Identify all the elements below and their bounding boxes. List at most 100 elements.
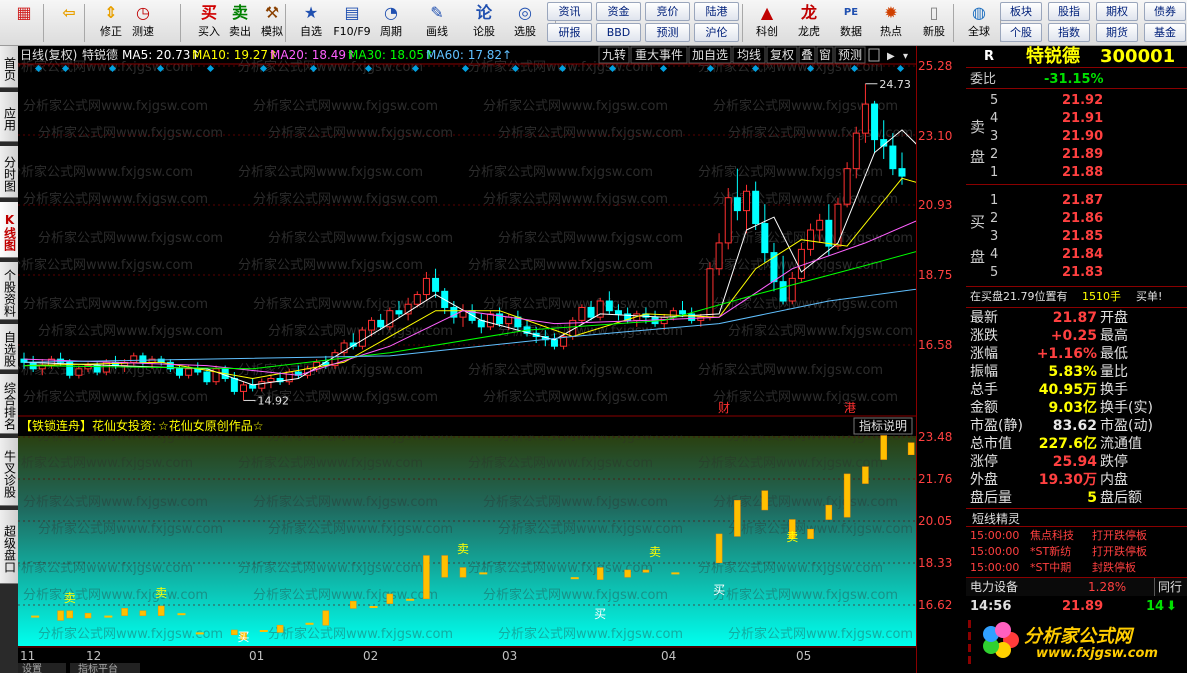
left-tab-0[interactable]: 首页 <box>0 46 18 88</box>
candle-body[interactable] <box>230 377 238 392</box>
candle-body[interactable] <box>139 355 147 363</box>
ask-level-row[interactable]: 3 21.90 <box>966 128 1187 146</box>
toolbar-globe-button[interactable]: ◍ 全球 <box>960 2 998 44</box>
candle-body[interactable] <box>834 203 842 247</box>
chart-area[interactable]: 分析家公式网www.fxjgsw.com 分析家公式网www.fxjgsw.com… <box>18 46 916 673</box>
short-elf-title[interactable]: 短线精灵 <box>972 510 1020 527</box>
toolbar-period-button[interactable]: ◔ 周期 <box>372 2 410 44</box>
toolbar-market-button[interactable]: 个股 <box>1000 23 1042 42</box>
left-tab-1[interactable]: 应用 <box>0 92 18 142</box>
candle-body[interactable] <box>679 310 686 315</box>
candle-body[interactable] <box>724 197 732 244</box>
candle-body[interactable] <box>861 103 869 134</box>
toolbar-text-button[interactable]: 沪伦 <box>694 23 739 42</box>
left-tab-3[interactable]: K线图 <box>0 202 18 258</box>
left-tab-6[interactable]: 综合排名 <box>0 374 18 434</box>
toolbar-text-button[interactable]: BBD <box>596 23 641 42</box>
sector-tab[interactable]: 同行 <box>1154 578 1182 596</box>
toolbar-dragon-button[interactable]: 龙龙虎 <box>790 2 828 44</box>
candle-body[interactable] <box>175 368 183 376</box>
candle-body[interactable] <box>258 381 266 389</box>
candle-body[interactable] <box>889 145 897 170</box>
toolbar-clock-button[interactable]: ◷ 测速 <box>124 2 162 44</box>
toolbar-star-button[interactable]: ★ 自选 <box>292 2 330 44</box>
toolbar-text-button[interactable]: 竞价 <box>645 2 690 21</box>
candle-body[interactable] <box>843 168 851 205</box>
sector-row[interactable]: 电力设备 1.28% 同行 <box>966 578 1187 596</box>
toolbar-market-button[interactable]: 期货 <box>1096 23 1138 42</box>
candle-body[interactable] <box>368 319 376 331</box>
candle-body[interactable] <box>486 313 494 328</box>
left-tab-4[interactable]: 个股资料 <box>0 262 18 320</box>
event-marker-icon[interactable] <box>659 64 668 73</box>
left-tab-2[interactable]: 分时图 <box>0 146 18 198</box>
left-tab-8[interactable]: 超级盘口 <box>0 510 18 584</box>
candle-body[interactable] <box>212 368 220 383</box>
toolbar-windows-button[interactable]: ▦ <box>5 2 43 44</box>
candle-body[interactable] <box>797 248 805 279</box>
candle-body[interactable] <box>761 223 769 254</box>
candle-body[interactable] <box>75 368 83 376</box>
ask-level-row[interactable]: 2 21.89 <box>966 146 1187 164</box>
kline-chart-svg[interactable]: 分析家公式网www.fxjgsw.com 分析家公式网www.fxjgsw.com… <box>18 46 916 673</box>
toolbar-text-button[interactable]: 资讯 <box>547 2 592 21</box>
candle-body[interactable] <box>358 329 366 347</box>
ask-level-row[interactable]: 4 21.91 <box>966 110 1187 128</box>
ask-level-row[interactable]: 1 21.88 <box>966 164 1187 182</box>
toolbar-market-button[interactable]: 股指 <box>1048 2 1090 21</box>
candle-body[interactable] <box>605 300 613 312</box>
bid-level-row[interactable]: 3 21.85 <box>966 228 1187 246</box>
toolbar-market-button[interactable]: 期权 <box>1096 2 1138 21</box>
candle-body[interactable] <box>779 281 787 302</box>
candle-body[interactable] <box>614 310 622 315</box>
toolbar-market-button[interactable]: 基金 <box>1144 23 1186 42</box>
candle-body[interactable] <box>871 103 879 141</box>
candle-body[interactable] <box>898 168 906 177</box>
candle-body[interactable] <box>249 384 257 389</box>
toolbar-fire-button[interactable]: ✹ 热点 <box>872 2 910 44</box>
candle-body[interactable] <box>432 277 440 292</box>
toolbar-market-button[interactable]: 债券 <box>1144 2 1186 21</box>
toolbar-market-button[interactable]: 指数 <box>1048 23 1090 42</box>
toolbar-text-button[interactable]: 资金 <box>596 2 641 21</box>
candle-body[interactable] <box>587 306 595 318</box>
ask-level-row[interactable]: 5 21.92 <box>966 92 1187 110</box>
bid-level-row[interactable]: 5 21.83 <box>966 264 1187 282</box>
candle-body[interactable] <box>130 355 138 363</box>
toolbar-select-button[interactable]: ◎ 选股 <box>506 2 544 44</box>
candle-body[interactable] <box>395 310 403 315</box>
candle-body[interactable] <box>240 384 247 392</box>
candle-body[interactable] <box>578 306 586 321</box>
candle-body[interactable] <box>267 377 275 383</box>
toolbar-back-button[interactable]: ⇦ <box>50 2 88 44</box>
elf-row[interactable]: 15:00:00 *ST中期 封跌停板 <box>966 560 1187 576</box>
candle-body[interactable] <box>807 229 815 250</box>
candle-body[interactable] <box>706 268 714 318</box>
candle-body[interactable] <box>816 219 824 231</box>
toolbar-text-button[interactable]: 预测 <box>645 23 690 42</box>
candle-body[interactable] <box>852 132 860 170</box>
candle-body[interactable] <box>715 242 723 270</box>
bid-level-row[interactable]: 1 21.87 <box>966 192 1187 210</box>
elf-row[interactable]: 15:00:00 *ST新纺 打开跌停板 <box>966 544 1187 560</box>
candle-body[interactable] <box>743 190 751 212</box>
candle-body[interactable] <box>752 190 760 225</box>
candle-body[interactable] <box>825 219 833 247</box>
toolbar-text-button[interactable]: 陆港 <box>694 2 739 21</box>
toolbar-chat-button[interactable]: 论论股 <box>465 2 503 44</box>
candle-body[interactable] <box>788 277 796 302</box>
left-tab-7[interactable]: 牛叉诊股 <box>0 438 18 506</box>
toolbar-pen-button[interactable]: ✎ 画线 <box>418 2 456 44</box>
elf-row[interactable]: 15:00:00 焦点科技 打开跌停板 <box>966 528 1187 544</box>
candle-body[interactable] <box>422 277 430 296</box>
candle-body[interactable] <box>185 368 193 376</box>
candle-body[interactable] <box>550 339 558 347</box>
toolbar-f10-button[interactable]: ▤ F10/F9 <box>333 2 371 44</box>
toolbar-text-button[interactable]: 研报 <box>547 23 592 42</box>
left-tab-5[interactable]: 自选股 <box>0 324 18 370</box>
candle-body[interactable] <box>203 371 211 383</box>
toolbar-pe-button[interactable]: PE 数据 <box>832 2 870 44</box>
bid-level-row[interactable]: 4 21.84 <box>966 246 1187 264</box>
candle-body[interactable] <box>505 316 513 325</box>
toolbar-chart-button[interactable]: ▲ 科创 <box>748 2 786 44</box>
